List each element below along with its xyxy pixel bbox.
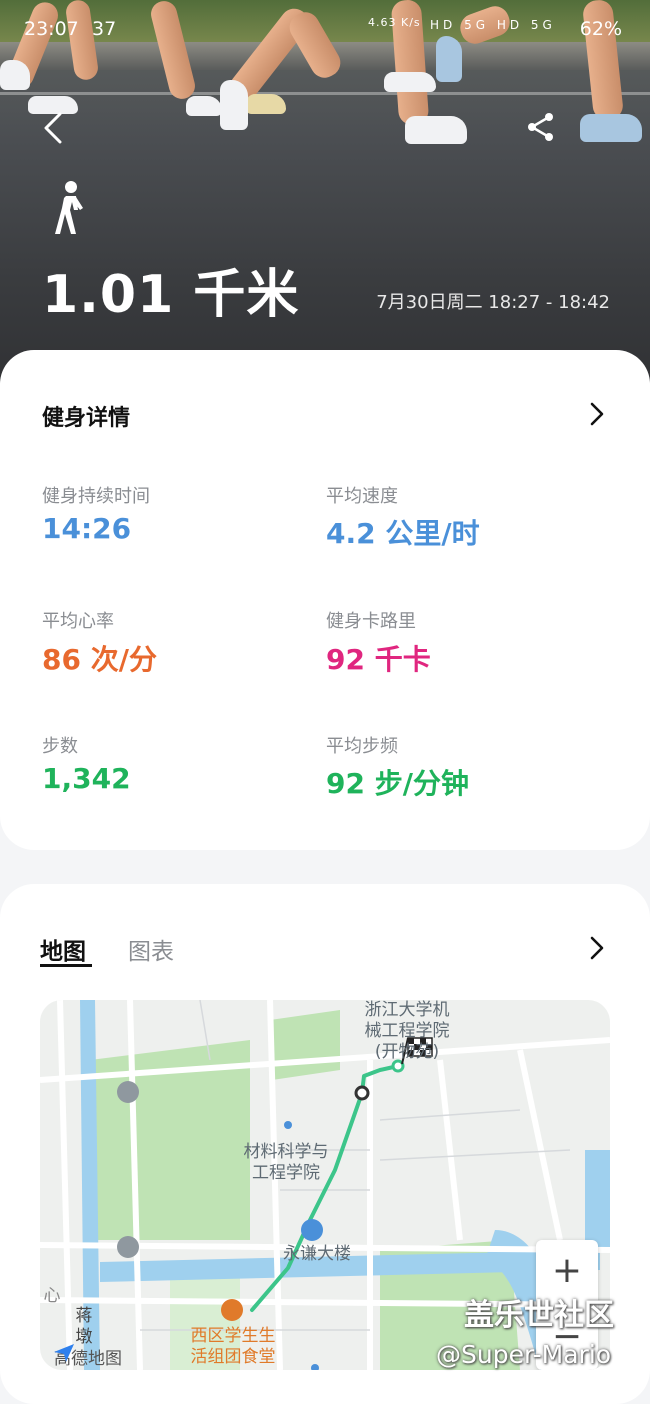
watermark-user: @Super-Mario: [436, 1340, 612, 1369]
distance-value: 1.01 千米: [42, 265, 300, 325]
stat-calories-label: 健身卡路里: [326, 611, 416, 632]
stat-duration-value: 14:26: [42, 512, 132, 545]
stat-speed-label: 平均速度: [326, 486, 398, 507]
stat-steps-label: 步数: [42, 736, 78, 757]
details-more-button[interactable]: [584, 400, 608, 428]
runner-shoe: [0, 60, 30, 90]
background-road-line: [0, 92, 650, 95]
share-button[interactable]: [524, 110, 558, 144]
map-more-button[interactable]: [584, 934, 608, 962]
stat-speed-value: 4.2 公里/时: [326, 517, 480, 550]
share-icon: [528, 113, 553, 141]
back-button[interactable]: [38, 108, 74, 148]
stat-heartrate-label: 平均心率: [42, 611, 114, 632]
status-time: 23:07: [24, 18, 79, 40]
stat-heartrate-value: 86 次/分: [42, 643, 157, 676]
stat-calories-value: 92 千卡: [326, 643, 431, 676]
navigation-arrow-icon: [54, 1344, 74, 1362]
tab-map-underline: [40, 964, 92, 967]
chevron-left-icon: [44, 112, 62, 144]
tab-chart[interactable]: 图表: [128, 932, 174, 966]
stat-duration-label: 健身持续时间: [42, 486, 150, 507]
status-extra: 37: [92, 18, 117, 40]
hero-banner: 23:07 37 4.63 K/s HD 5G HD 5G 62% 1.01 千…: [0, 0, 650, 400]
runner-shoe: [384, 72, 436, 92]
tab-map[interactable]: 地图: [40, 932, 86, 966]
walking-person-icon: [52, 180, 88, 236]
status-battery: 62%: [579, 18, 622, 40]
runner-shoe: [580, 114, 642, 142]
map-provider-logo: 高德地图: [54, 1344, 122, 1369]
map-label-left2: 心: [43, 1286, 61, 1306]
status-net-speed: 4.63 K/s: [368, 16, 421, 29]
watermark-site: 盖乐世社区: [464, 1298, 614, 1333]
runner-shoe: [220, 80, 248, 130]
stat-steps-value: 1,342: [42, 762, 131, 795]
chevron-right-icon: [590, 936, 604, 960]
details-title: 健身详情: [42, 406, 131, 431]
chevron-right-icon: [590, 402, 604, 426]
workout-time-range: 7月30日周二 18:27 - 18:42: [376, 292, 610, 313]
status-signal: HD 5G HD 5G: [430, 18, 556, 32]
runner-shoe: [405, 116, 467, 144]
runner-shoe: [246, 94, 286, 114]
stat-cadence-value: 92 步/分钟: [326, 767, 469, 800]
runner-shoe: [186, 96, 222, 116]
map-label-canteen: 西区学生生 活组团食堂: [190, 1326, 276, 1367]
map-label-materials-college: 材料科学与 工程学院: [243, 1142, 329, 1183]
stat-cadence-label: 平均步频: [326, 736, 398, 757]
map-label-left: 蒋 墩: [75, 1306, 93, 1347]
map-label-yongqian-building: 永谦大楼: [283, 1244, 351, 1264]
status-bar: 23:07 37 4.63 K/s HD 5G HD 5G 62%: [0, 0, 650, 60]
map-label-mech-college: 浙江大学机 械工程学院 (开物苑): [364, 1000, 450, 1062]
